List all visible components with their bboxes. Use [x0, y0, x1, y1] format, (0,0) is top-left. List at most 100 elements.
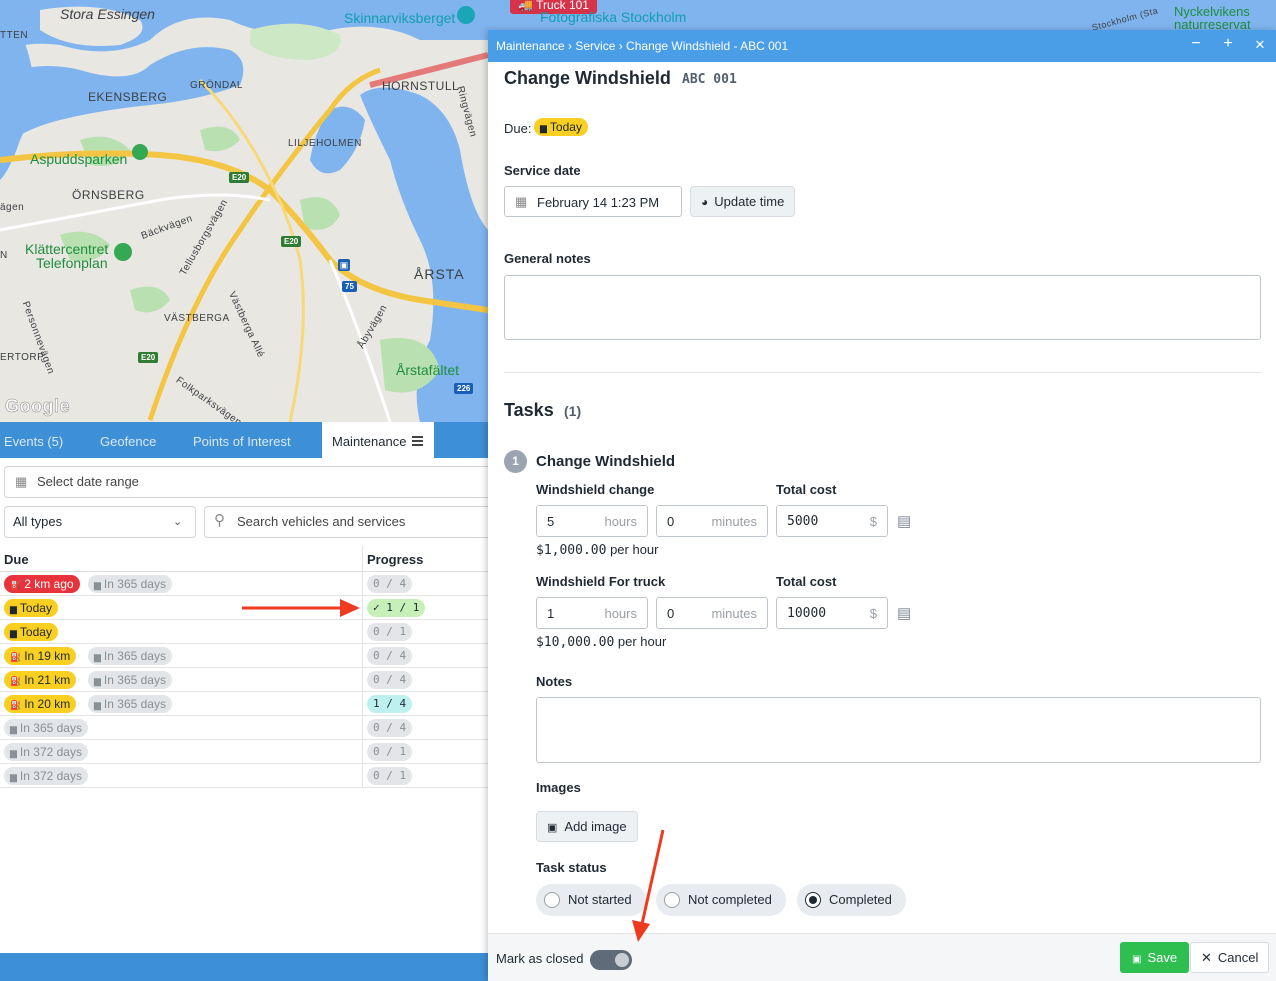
type-select[interactable]: All types ⌄: [4, 506, 196, 538]
date-range-input[interactable]: ▦ Select date range: [4, 466, 504, 498]
minutes-unit: minutes: [711, 514, 757, 529]
calculator-icon[interactable]: ▤: [897, 512, 911, 530]
total-cost-input[interactable]: 5000 $: [776, 505, 888, 537]
route-shield: E20: [229, 172, 250, 183]
add-image-button[interactable]: ▣ Add image: [536, 811, 638, 842]
due-badge-label: 2 km ago: [24, 577, 74, 591]
column-header-progress[interactable]: Progress: [367, 552, 423, 567]
tab-points-of-interest[interactable]: Points of Interest: [193, 422, 291, 458]
due-badge-label: In 365 days: [19, 721, 82, 735]
table-row[interactable]: ▆ In 372 days 0 / 1: [0, 764, 488, 788]
service-date-label: Service date: [504, 163, 581, 178]
due-badge: ▆ Today: [4, 599, 58, 617]
progress-badge: 0 / 4: [367, 719, 413, 737]
table-row[interactable]: ⛽ In 19 km ▆ In 365 days 0 / 4: [0, 644, 488, 668]
status-not-completed-radio[interactable]: Not completed: [656, 884, 786, 916]
due-badge-label: Today: [19, 601, 52, 615]
task-notes-textarea[interactable]: [536, 697, 1261, 763]
calendar-icon: ▆: [10, 724, 17, 734]
tab-events[interactable]: Events (5): [4, 422, 63, 458]
mark-closed-toggle[interactable]: [590, 950, 632, 970]
tab-maintenance[interactable]: Maintenance: [322, 422, 434, 458]
map-label: ägen: [0, 202, 25, 213]
maintenance-modal: Maintenance › Service › Change Windshiel…: [488, 30, 1276, 981]
hours-input[interactable]: 5 hours: [536, 505, 648, 537]
calendar-icon: ▆: [10, 748, 17, 758]
due-badge: ▆ In 372 days: [4, 743, 88, 761]
odometer-icon: ⛽: [10, 676, 22, 686]
due-badge: ⛽ In 20 km: [4, 695, 77, 713]
breadcrumb: Maintenance › Service › Change Windshiel…: [496, 39, 789, 53]
cancel-button[interactable]: ✕ Cancel: [1190, 942, 1270, 973]
total-cost-value: 10000: [787, 606, 827, 621]
table-row[interactable]: ⛽ In 20 km ▆ In 365 days 1 / 4: [0, 692, 488, 716]
search-placeholder: Search vehicles and services: [237, 514, 406, 529]
vehicle-plate: ABC 001: [682, 72, 737, 87]
images-label: Images: [536, 780, 581, 795]
train-station-icon[interactable]: ▣: [338, 259, 350, 271]
calendar-icon: ▆: [10, 628, 17, 638]
map-label: HORNSTULL: [382, 79, 460, 93]
search-input[interactable]: ⚲ Search vehicles and services: [204, 506, 504, 538]
hourly-rate: $1,000.00 per hour: [536, 542, 659, 558]
google-logo: Google: [5, 396, 70, 417]
map-view-strip[interactable]: 🚚 Truck 101 Fotografiska Stockholm Stock…: [488, 0, 1276, 30]
type-select-value: All types: [13, 514, 63, 529]
expand-icon[interactable]: +: [1220, 35, 1236, 53]
annotation-arrow: [242, 599, 360, 617]
service-date-input[interactable]: ▦ February 14 1:23 PM: [504, 186, 682, 217]
status-option-label: Not completed: [688, 892, 772, 907]
calendar-icon: ▆: [540, 123, 547, 133]
notes-label: Notes: [536, 674, 573, 689]
due-badge-label: In 372 days: [19, 769, 82, 783]
map-view[interactable]: Stora Essingen Skinnarviksberget TTEN GR…: [0, 0, 488, 422]
map-label: Stockholm (Sta: [1090, 5, 1160, 30]
hours-value: 1: [547, 606, 555, 621]
due-badge: ▆ Today: [4, 623, 58, 641]
update-time-label: Update time: [714, 194, 785, 209]
calendar-icon: ▆: [94, 652, 101, 662]
progress-badge: 0 / 1: [367, 767, 413, 785]
update-time-button[interactable]: ◕ Update time: [690, 186, 796, 217]
minutes-input[interactable]: 0 minutes: [656, 597, 768, 629]
calendar-icon: ▆: [94, 580, 101, 590]
modal-header: Maintenance › Service › Change Windshiel…: [488, 30, 1276, 62]
table-row[interactable]: ▆ In 372 days 0 / 1: [0, 740, 488, 764]
hours-unit: hours: [604, 606, 637, 621]
hours-input[interactable]: 1 hours: [536, 597, 648, 629]
due-days-label: In 365 days: [103, 697, 166, 711]
due-badge-label: Today: [19, 625, 52, 639]
menu-icon[interactable]: [412, 434, 424, 449]
calculator-icon[interactable]: ▤: [897, 604, 911, 622]
save-label: Save: [1147, 950, 1178, 965]
due-badge: ⛽ 2 km ago: [4, 575, 80, 593]
progress-badge: 0 / 4: [367, 647, 413, 665]
minutes-input[interactable]: 0 minutes: [656, 505, 768, 537]
save-button[interactable]: ▣ Save: [1120, 942, 1190, 973]
line-item-label: Windshield change: [536, 482, 655, 497]
status-option-label: Completed: [829, 892, 892, 907]
save-icon: ▣: [1132, 954, 1142, 965]
map-label: ERTORP: [0, 352, 45, 363]
tab-maintenance-label: Maintenance: [332, 434, 407, 449]
minimize-icon[interactable]: −: [1188, 35, 1204, 53]
calendar-icon: ▦: [15, 474, 28, 489]
table-row[interactable]: ⛽ In 21 km ▆ In 365 days 0 / 4: [0, 668, 488, 692]
close-icon: ✕: [1201, 950, 1212, 965]
table-row[interactable]: ▆ In 365 days 0 / 4: [0, 716, 488, 740]
total-cost-input[interactable]: 10000 $: [776, 597, 888, 629]
general-notes-textarea[interactable]: [504, 275, 1261, 340]
table-row[interactable]: ▆ Today 0 / 1: [0, 620, 488, 644]
map-label: Stora Essingen: [60, 6, 155, 22]
status-completed-radio[interactable]: Completed: [797, 884, 906, 916]
page-title: Change Windshield: [504, 68, 671, 88]
due-badge-label: Today: [549, 120, 582, 134]
hourly-rate-suffix: per hour: [614, 634, 667, 649]
map-label: VÄSTBERGA: [164, 313, 230, 324]
route-shield: E20: [138, 352, 159, 363]
tab-geofence[interactable]: Geofence: [100, 422, 156, 458]
column-header-due[interactable]: Due: [4, 552, 29, 567]
close-icon[interactable]: ✕: [1252, 37, 1268, 53]
table-row[interactable]: ⛽ 2 km ago ▆ In 365 days 0 / 4: [0, 572, 488, 596]
map-label: ÖRNSBERG: [72, 188, 145, 202]
